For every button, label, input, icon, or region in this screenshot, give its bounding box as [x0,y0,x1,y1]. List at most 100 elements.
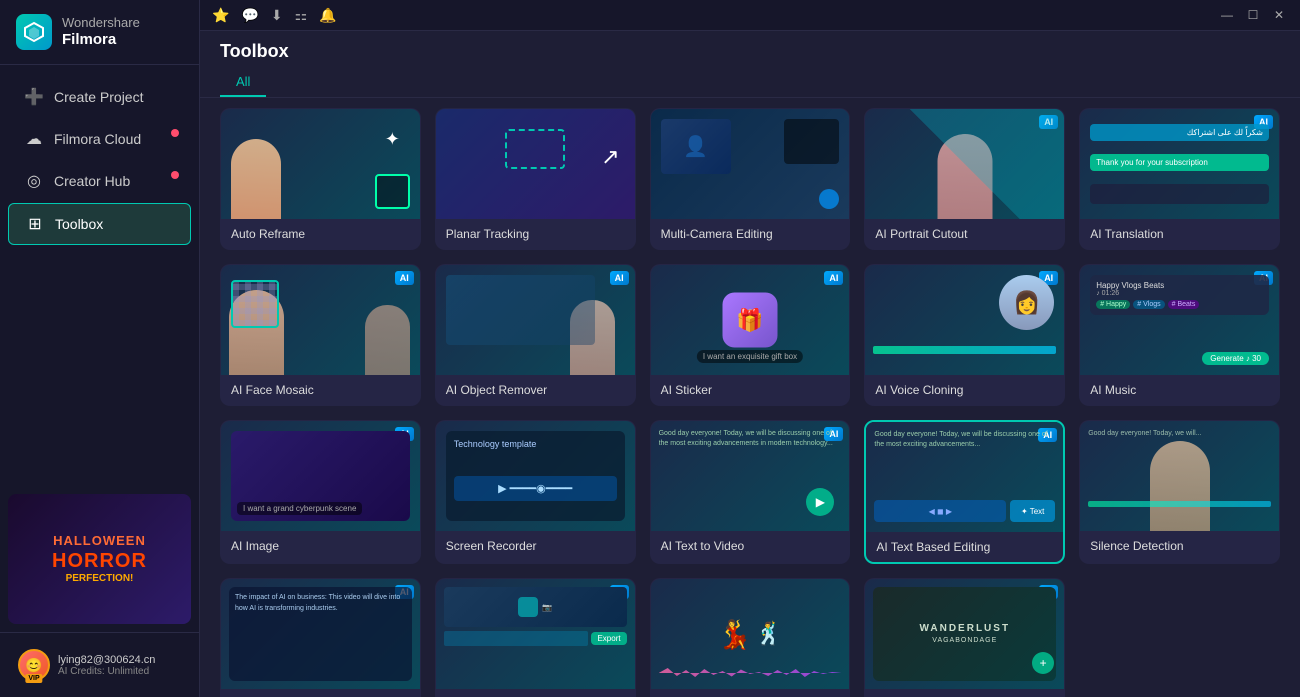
tool-thumb-textbased: AI Good day everyone! Today, we will be … [866,422,1063,532]
tool-card-ai-copywriting[interactable]: AI The impact of AI on business: This vi… [220,578,421,697]
notification-dot [171,171,179,179]
tool-card-planar-tracking[interactable]: ↗ Planar Tracking [435,108,636,250]
brand-name: Wondershare [62,15,140,31]
tool-label: AI Music [1080,375,1279,405]
vip-badge: VIP [25,674,42,683]
logo-area: Wondershare Filmora [0,0,199,65]
tool-card-ai-text-to-video[interactable]: AI Good day everyone! Today, we will be … [650,420,851,564]
app-logo [16,14,52,50]
main-content: ⭐ 💬 ⬇ ⚏ 🔔 — ☐ ✕ Toolbox All ✦ Auto Refra… [200,0,1300,697]
tool-thumb-portrait: AI [865,109,1064,219]
tool-label: AI Voice Cloning [865,375,1064,405]
avatar: 😊 VIP [18,649,50,681]
tool-card-ai-object-remover[interactable]: AI AI Object Remover [435,264,636,406]
tool-label: AI Sticker [651,375,850,405]
tool-card-auto-beat-sync[interactable]: 💃 🕺 Auto Beat Sync [650,578,851,697]
tool-thumb-multicam: 👤 [651,109,850,219]
tool-card-screen-recorder[interactable]: Technology template ▶ ━━━━◉━━━━ Screen R… [435,420,636,564]
tool-thumb-translation: AI شكراً لك على اشتراكك Thank you for yo… [1080,109,1279,219]
tool-label: AI Translation [1080,219,1279,249]
page-title: Toolbox [220,41,289,62]
tool-thumb-instantcutter: AI 📷 Export [436,579,635,689]
user-area[interactable]: 😊 VIP lying82@300624.cn AI Credits: Unli… [10,643,189,687]
tool-thumb-beatsync: 💃 🕺 [651,579,850,689]
tool-card-ai-text-based[interactable]: AI Good day everyone! Today, we will be … [864,420,1065,564]
grid-icon[interactable]: ⚏ [295,7,308,24]
tool-label: Screen Recorder [436,531,635,561]
tool-card-ai-sticker[interactable]: AI 🎁 I want an exquisite gift box AI Sti… [650,264,851,406]
tool-card-auto-reframe[interactable]: ✦ Auto Reframe [220,108,421,250]
sidebar-item-label: Toolbox [55,216,103,232]
tab-all[interactable]: All [220,68,266,97]
creator-hub-icon: ◎ [24,171,44,191]
tool-label: Instant Mode [865,689,1064,697]
star-icon[interactable]: ⭐ [212,7,229,24]
tools-grid-container[interactable]: ✦ Auto Reframe ↗ Planar Tracking 👤 [200,98,1300,697]
tool-card-ai-music[interactable]: AI Happy Vlogs Beats ♪ 01:26 # Happy # V… [1079,264,1280,406]
sidebar-item-label: Filmora Cloud [54,131,141,147]
create-project-icon: ➕ [24,87,44,107]
download-icon[interactable]: ⬇ [271,7,283,24]
sidebar-item-label: Create Project [54,89,143,105]
nav-items: ➕ Create Project ☁ Filmora Cloud ◎ Creat… [0,65,199,486]
banner-line1: HALLOWEEN [52,533,147,549]
tool-label: Planar Tracking [436,219,635,249]
tool-label: AI Text to Video [651,531,850,561]
banner-line3: PERFECTION! [52,573,147,585]
tool-thumb-instantmode: AI WANDERLUSTVAGABONDAGE + [865,579,1064,689]
sidebar-item-create-project[interactable]: ➕ Create Project [8,77,191,117]
notification-dot [171,129,179,137]
page-title-bar: Toolbox [200,31,1300,68]
tool-label: Instant Cutter [436,689,635,697]
tool-label: AI Object Remover [436,375,635,405]
close-button[interactable]: ✕ [1270,6,1288,24]
tool-label: Auto Beat Sync [651,689,850,697]
tool-thumb-aimusic: AI Happy Vlogs Beats ♪ 01:26 # Happy # V… [1080,265,1279,375]
tool-label: AI Image [221,531,420,561]
tool-card-ai-portrait[interactable]: AI AI Portrait Cutout [864,108,1065,250]
tool-card-silence-detection[interactable]: Good day everyone! Today, we will... Sil… [1079,420,1280,564]
sidebar-bottom: 😊 VIP lying82@300624.cn AI Credits: Unli… [0,632,199,697]
chat-icon[interactable]: 💬 [241,7,258,24]
tool-card-multi-camera[interactable]: 👤 Multi-Camera Editing [650,108,851,250]
tool-thumb-sticker: AI 🎁 I want an exquisite gift box [651,265,850,375]
tool-card-ai-voice-cloning[interactable]: AI 👩 AI Voice Cloning [864,264,1065,406]
tool-thumb-text2video: AI Good day everyone! Today, we will be … [651,421,850,531]
product-name: Filmora [62,31,140,49]
tool-thumb-voicecloning: AI 👩 [865,265,1064,375]
tool-label: AI Face Mosaic [221,375,420,405]
tool-card-instant-mode[interactable]: AI WANDERLUSTVAGABONDAGE + Instant Mode [864,578,1065,697]
tool-label: AI Text Based Editing [866,532,1063,562]
sidebar-item-label: Creator Hub [54,173,130,189]
minimize-button[interactable]: — [1218,6,1236,24]
tool-label: Auto Reframe [221,219,420,249]
tool-label: Silence Detection [1080,531,1279,561]
sidebar: Wondershare Filmora ➕ Create Project ☁ F… [0,0,200,697]
tool-thumb-auto-reframe: ✦ [221,109,420,219]
tool-label: AI Portrait Cutout [865,219,1064,249]
maximize-button[interactable]: ☐ [1244,6,1262,24]
sidebar-banner: HALLOWEEN HORROR PERFECTION! [8,494,191,624]
user-name: lying82@300624.cn [58,654,181,666]
tool-card-ai-face-mosaic[interactable]: AI AI Face Mosaic [220,264,421,406]
sidebar-item-creator-hub[interactable]: ◎ Creator Hub [8,161,191,201]
sidebar-item-toolbox[interactable]: ⊞ Toolbox [8,203,191,245]
filmora-cloud-icon: ☁ [24,129,44,149]
titlebar: ⭐ 💬 ⬇ ⚏ 🔔 — ☐ ✕ [200,0,1300,31]
tool-card-instant-cutter[interactable]: AI 📷 Export Instant Cutter [435,578,636,697]
sidebar-item-filmora-cloud[interactable]: ☁ Filmora Cloud [8,119,191,159]
titlebar-icons: ⭐ 💬 ⬇ ⚏ 🔔 [212,7,1210,24]
tool-thumb-aiimage: AI I want a grand cyberpunk scene [221,421,420,531]
tabs-row: All [200,68,1300,98]
ai-badge: AI [824,271,843,285]
user-credits: AI Credits: Unlimited [58,666,181,677]
bell-icon[interactable]: 🔔 [319,7,336,24]
tool-thumb-screenrecorder: Technology template ▶ ━━━━◉━━━━ [436,421,635,531]
tool-card-ai-translation[interactable]: AI شكراً لك على اشتراكك Thank you for yo… [1079,108,1280,250]
banner-line2: HORROR [52,549,147,573]
tools-grid: ✦ Auto Reframe ↗ Planar Tracking 👤 [220,108,1280,697]
tool-card-ai-image[interactable]: AI I want a grand cyberpunk scene AI Ima… [220,420,421,564]
ai-badge: AI [395,271,414,285]
tool-label: Multi-Camera Editing [651,219,850,249]
tool-thumb-silence: Good day everyone! Today, we will... [1080,421,1279,531]
